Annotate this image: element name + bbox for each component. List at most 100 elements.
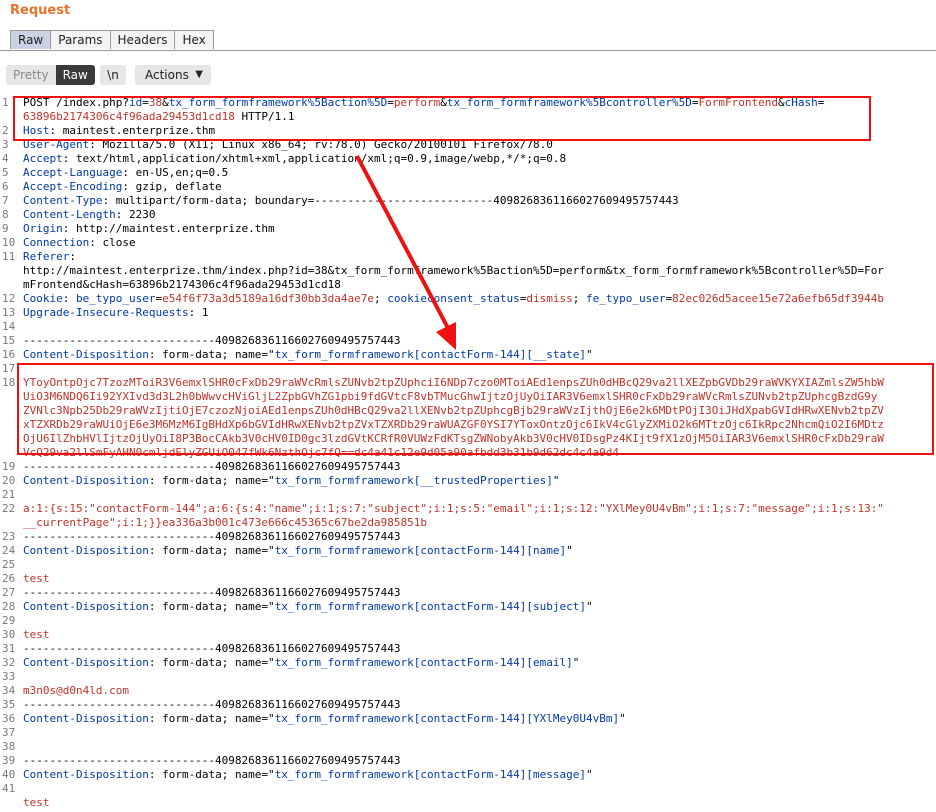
panel-title: Request (10, 3, 71, 18)
header-key: Content-Type (23, 194, 103, 207)
field-value: test (23, 572, 50, 585)
header-key: Accept (23, 152, 63, 165)
tab-headers[interactable]: Headers (109, 30, 176, 49)
tab-raw[interactable]: Raw (10, 30, 52, 49)
header-value: form-data; name=" (155, 656, 275, 669)
cookie-line: Cookie: be_typo_user=e54f6f73a3d5189a16d… (23, 292, 884, 305)
disposition-line: Content-Disposition: form-data; name="tx… (23, 544, 573, 557)
header-value: en-US,en;q=0.5 (128, 166, 229, 179)
header-key: Connection (23, 236, 90, 249)
header-key: Upgrade-Insecure-Requests (23, 306, 189, 319)
header-key: Accept-Language (23, 166, 123, 179)
disposition-line: Content-Disposition: form-data; name="tx… (23, 600, 593, 613)
cookie-key: fe_typo_user (585, 292, 666, 305)
header-key: Content-Disposition (23, 348, 149, 361)
disposition-line: Content-Disposition: form-data; name="tx… (23, 474, 560, 487)
view-mode-toggle: Pretty Raw (6, 65, 95, 85)
line-number: 9 (2, 222, 9, 235)
header-line: Accept: text/html,application/xhtml+xml,… (23, 152, 567, 165)
trusted-payload: a:1:{s:15:"contactForm-144";a:6:{s:4:"na… (23, 502, 884, 515)
line-number: 20 (2, 474, 16, 487)
quote: " (552, 474, 560, 487)
line-number: 31 (2, 642, 16, 655)
part-name: tx_form_formframework[__trustedPropertie… (274, 474, 553, 487)
header-value: form-data; name=" (155, 474, 275, 487)
line-number: 27 (2, 586, 16, 599)
header-line: Upgrade-Insecure-Requests: 1 (23, 306, 209, 319)
tab-params[interactable]: Params (50, 30, 111, 49)
part-name: tx_form_formframework[contactForm-144][s… (274, 600, 586, 613)
header-key: Accept-Encoding (23, 180, 123, 193)
cookie-value: dismiss (526, 292, 573, 305)
header-key: Content-Disposition (23, 474, 149, 487)
newline-toggle-button[interactable]: \n (100, 65, 126, 85)
line-number: 8 (2, 208, 9, 221)
field-value: m3n0s@d0n4ld.com (23, 684, 129, 697)
line-number: 40 (2, 768, 16, 781)
line-number: 15 (2, 334, 16, 347)
header-value: form-data; name=" (155, 544, 275, 557)
disposition-line: Content-Disposition: form-data; name="tx… (23, 712, 626, 725)
header-value: http://maintest.enterprize.thm (69, 222, 275, 235)
header-value: multipart/form-data; boundary=----------… (109, 194, 679, 207)
part-name: tx_form_formframework[contactForm-144][e… (274, 656, 573, 669)
header-value: close (95, 236, 136, 249)
line-number: 13 (2, 306, 16, 319)
tab-divider (0, 50, 936, 51)
line-number: 14 (2, 320, 16, 333)
header-value: form-data; name=" (155, 768, 275, 781)
disposition-line: Content-Disposition: form-data; name="tx… (23, 656, 580, 669)
header-value: http://maintest.enterprize.thm/index.php… (23, 264, 884, 277)
quote: " (572, 656, 580, 669)
line-number: 30 (2, 628, 16, 641)
actions-dropdown[interactable]: Actions ▼ (135, 65, 211, 85)
header-key: Cookie (23, 292, 63, 305)
line-number: 16 (2, 348, 16, 361)
raw-button[interactable]: Raw (55, 65, 95, 85)
cookie-value: e54f6f73a3d5189a16df30bb3da4ae7e (162, 292, 375, 305)
disposition-line: Content-Disposition: form-data; name="tx… (23, 768, 593, 781)
tab-hex[interactable]: Hex (174, 30, 214, 49)
header-key: Content-Disposition (23, 712, 149, 725)
line-number: 29 (2, 614, 16, 627)
chevron-down-icon: ▼ (195, 69, 203, 80)
header-key: Referer (23, 250, 70, 263)
line-number: 26 (2, 572, 16, 585)
line-number: 11 (2, 250, 16, 263)
header-line: Content-Type: multipart/form-data; bound… (23, 194, 679, 207)
part-name: tx_form_formframework[contactForm-144][m… (274, 768, 586, 781)
header-key: Content-Disposition (23, 600, 149, 613)
header-value: text/html,application/xhtml+xml,applicat… (69, 152, 567, 165)
part-name: tx_form_formframework[contactForm-144][Y… (274, 712, 620, 725)
line-number: 21 (2, 488, 16, 501)
header-line: Connection: close (23, 236, 136, 249)
header-value: mFrontend&cHash=63896b2174306c4f96ada294… (23, 278, 341, 291)
quote: " (566, 544, 573, 557)
line-number: 38 (2, 740, 16, 753)
line-number: 36 (2, 712, 16, 725)
line-number: 12 (2, 292, 16, 305)
header-value: gzip, deflate (128, 180, 222, 193)
boundary-line: -----------------------------40982683611… (23, 334, 401, 347)
line-number: 5 (2, 166, 9, 179)
header-value: form-data; name=" (155, 348, 275, 361)
boundary-line: -----------------------------40982683611… (23, 460, 401, 473)
quote: " (585, 768, 593, 781)
field-value: test (23, 796, 50, 809)
cookie-value: 82ec026d5acee15e72a6efb65df3944b (672, 292, 884, 305)
boundary-line: -----------------------------40982683611… (23, 698, 401, 711)
line-number: 4 (2, 152, 9, 165)
quote: " (585, 348, 593, 361)
quote: " (585, 600, 593, 613)
boundary-line: -----------------------------40982683611… (23, 586, 401, 599)
part-name: tx_form_formframework[contactForm-144][_… (274, 348, 586, 361)
field-value: test (23, 628, 50, 641)
header-line: Accept-Language: en-US,en;q=0.5 (23, 166, 229, 179)
line-number: 22 (2, 502, 16, 515)
header-value: 2230 (122, 208, 156, 221)
state-payload-highlight (17, 363, 934, 455)
header-key: Content-Length (23, 208, 116, 221)
line-number: 23 (2, 530, 16, 543)
pretty-button[interactable]: Pretty (6, 65, 56, 85)
line-number: 41 (2, 782, 16, 795)
